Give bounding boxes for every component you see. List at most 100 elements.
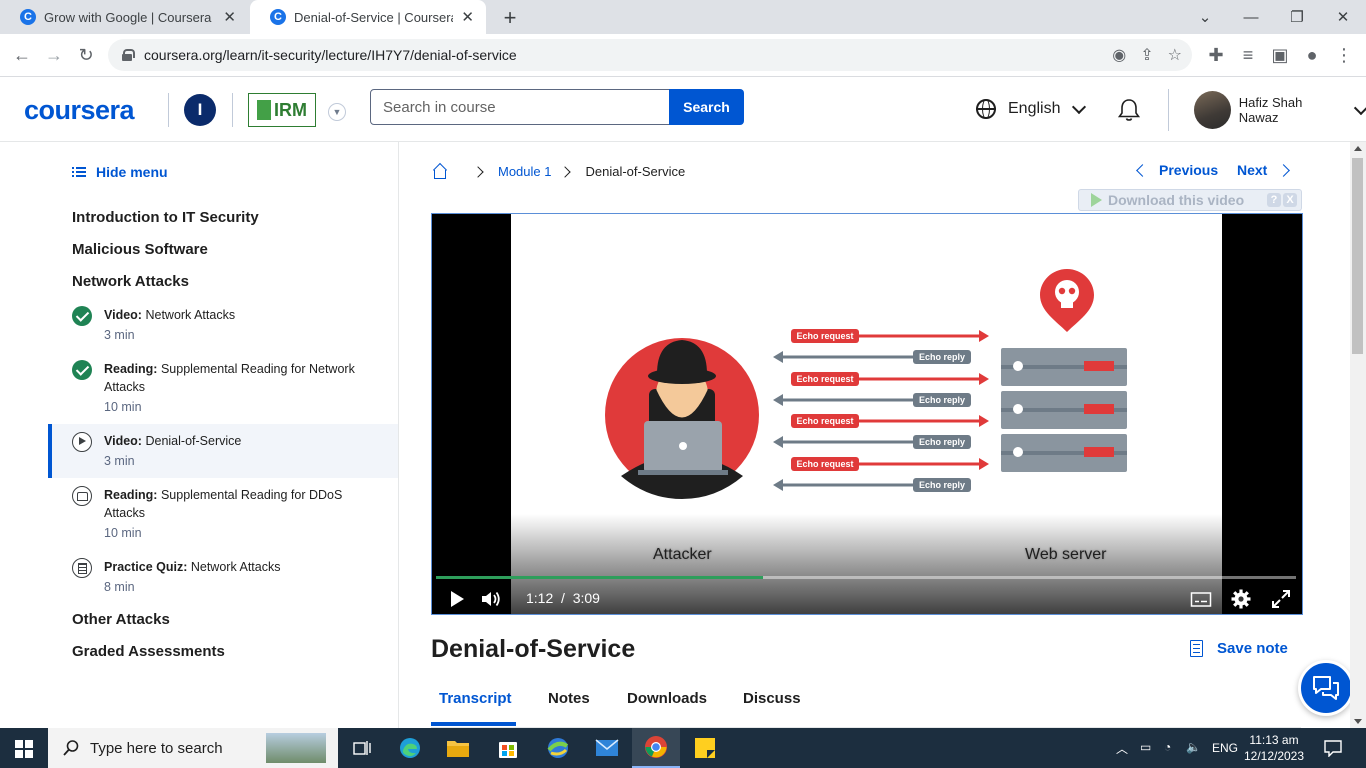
section-other-attacks[interactable]: Other Attacks: [72, 611, 170, 628]
lesson-title: Denial-of-Service: [431, 635, 636, 663]
bookmark-star-icon[interactable]: ☆: [1168, 45, 1182, 65]
captions-icon[interactable]: [1190, 588, 1212, 610]
page-scrollbar[interactable]: [1350, 142, 1366, 728]
back-icon[interactable]: ←: [9, 42, 35, 68]
video-progress-bar[interactable]: [436, 576, 1296, 579]
user-menu[interactable]: Hafiz Shah Nawaz: [1194, 91, 1366, 129]
notification-center-icon[interactable]: [1324, 739, 1342, 757]
show-hidden-icons-chevron-icon[interactable]: ︿: [1116, 740, 1128, 757]
media-queue-icon[interactable]: ≡: [1235, 42, 1261, 68]
language-selector[interactable]: English: [976, 99, 1087, 119]
close-window-icon[interactable]: ✕: [1320, 0, 1366, 34]
windows-start-icon[interactable]: [15, 740, 33, 758]
lecture-tabs: Transcript Notes Downloads Discuss: [431, 678, 1301, 728]
coursera-favicon-icon: C: [270, 9, 286, 25]
tab-title: Grow with Google | Coursera: [44, 9, 212, 25]
chat-support-button[interactable]: [1298, 660, 1354, 716]
system-clock[interactable]: 11:13 am 12/12/2023: [1242, 732, 1306, 764]
tab-discuss[interactable]: Discuss: [743, 690, 801, 707]
photos-app-icon[interactable]: [534, 728, 582, 768]
new-tab-icon[interactable]: +: [498, 5, 522, 31]
sticky-notes-icon[interactable]: [681, 728, 729, 768]
outline-item-video-network-attacks[interactable]: Video: Network Attacks 3 min: [48, 306, 398, 344]
video-time: 1:12 / 3:09: [526, 590, 600, 606]
hide-menu-button[interactable]: Hide menu: [72, 164, 168, 180]
url-text: coursera.org/learn/it-security/lecture/I…: [144, 47, 517, 63]
side-panel-icon[interactable]: ▣: [1267, 42, 1293, 68]
browser-menu-icon[interactable]: ⋮: [1331, 42, 1357, 68]
help-icon[interactable]: ?: [1267, 193, 1281, 207]
breadcrumb-module-link[interactable]: Module 1: [498, 164, 551, 179]
divider: [232, 93, 233, 127]
section-graded-assessments[interactable]: Graded Assessments: [72, 643, 225, 660]
chevron-down-icon: [1072, 99, 1087, 114]
outline-item-video-denial-of-service[interactable]: Video: Denial-of-Service 3 min: [48, 424, 398, 478]
section-introduction-to-it-security[interactable]: Introduction to IT Security: [72, 209, 259, 226]
forward-icon[interactable]: →: [41, 42, 67, 68]
minimize-icon[interactable]: —: [1228, 0, 1274, 34]
profile-icon[interactable]: ●: [1299, 42, 1325, 68]
microsoft-store-icon[interactable]: [484, 728, 532, 768]
restore-icon[interactable]: ❐: [1274, 0, 1320, 34]
tab-search-chevron-icon[interactable]: ⌄: [1182, 0, 1228, 34]
tab-title: Denial-of-Service | Coursera: [294, 9, 454, 25]
close-tab-icon[interactable]: ✕: [223, 8, 236, 26]
edge-browser-icon[interactable]: [386, 728, 434, 768]
task-view-icon[interactable]: [338, 728, 386, 768]
download-video-bar[interactable]: Download this video ? X: [1078, 189, 1302, 211]
close-tab-icon[interactable]: ✕: [461, 8, 474, 26]
video-controls: 1:12 / 3:09: [432, 580, 1302, 614]
taskbar-search-box[interactable]: Type here to search: [48, 728, 338, 768]
speaker-icon[interactable]: 🔈: [1186, 740, 1201, 754]
tab-downloads[interactable]: Downloads: [627, 690, 707, 707]
echo-request-label: Echo request: [796, 459, 853, 469]
outline-item-reading-network-attacks[interactable]: Reading: Supplemental Reading for Networ…: [48, 360, 398, 416]
partner-logo[interactable]: IRM: [248, 93, 316, 127]
browser-toolbar: ← → ↻ coursera.org/learn/it-security/lec…: [0, 34, 1366, 77]
next-button[interactable]: Next: [1237, 162, 1291, 178]
battery-icon[interactable]: ▭: [1140, 740, 1151, 754]
save-note-button[interactable]: Save note: [1190, 640, 1288, 657]
previous-button[interactable]: Previous: [1136, 162, 1218, 178]
chevron-left-icon: [1136, 163, 1149, 177]
outline-item-reading-ddos-attacks[interactable]: Reading: Supplemental Reading for DDoS A…: [48, 486, 398, 542]
eye-icon[interactable]: ◉: [1112, 45, 1126, 65]
close-icon[interactable]: X: [1283, 193, 1297, 207]
home-icon[interactable]: [432, 165, 448, 179]
fullscreen-icon[interactable]: [1270, 588, 1292, 610]
search-button[interactable]: Search: [669, 89, 744, 125]
share-icon[interactable]: ⇪: [1140, 45, 1153, 65]
web-server-label: Web server: [1025, 546, 1107, 563]
wifi-icon[interactable]: ◔: [1164, 740, 1171, 754]
partner-chevron-icon[interactable]: ▼: [328, 103, 346, 121]
scroll-up-icon[interactable]: [1354, 146, 1362, 151]
reload-icon[interactable]: ↻: [73, 42, 99, 68]
browser-tab-grow-with-google[interactable]: C Grow with Google | Coursera ✕: [0, 0, 248, 34]
tab-transcript[interactable]: Transcript: [439, 690, 512, 707]
volume-icon[interactable]: [480, 588, 502, 610]
globe-icon: [976, 99, 996, 119]
search-highlight-image: [266, 733, 326, 763]
section-network-attacks[interactable]: Network Attacks: [72, 273, 189, 290]
scroll-down-icon[interactable]: [1354, 719, 1362, 724]
extensions-icon[interactable]: ✚: [1203, 42, 1229, 68]
file-explorer-icon[interactable]: [434, 728, 482, 768]
section-malicious-software[interactable]: Malicious Software: [72, 241, 208, 258]
settings-gear-icon[interactable]: [1230, 588, 1252, 610]
notification-bell-icon[interactable]: [1116, 97, 1142, 123]
outline-item-practice-quiz[interactable]: Practice Quiz: Network Attacks 8 min: [48, 558, 398, 596]
input-language-indicator[interactable]: ENG: [1212, 741, 1238, 755]
play-icon: [72, 432, 92, 452]
chrome-taskbar-icon[interactable]: [632, 728, 680, 768]
tab-notes[interactable]: Notes: [548, 690, 590, 707]
user-name: Hafiz Shah Nawaz: [1238, 95, 1303, 125]
browser-tab-denial-of-service[interactable]: C Denial-of-Service | Coursera ✕: [250, 0, 486, 34]
address-bar[interactable]: coursera.org/learn/it-security/lecture/I…: [108, 39, 1192, 71]
video-player[interactable]: Echo request Echo reply Echo request Ech…: [431, 213, 1303, 615]
play-icon[interactable]: [446, 588, 468, 610]
mail-icon[interactable]: [583, 728, 631, 768]
org-badge[interactable]: I: [184, 94, 216, 126]
search-course-input[interactable]: [370, 89, 670, 125]
scroll-thumb[interactable]: [1352, 158, 1363, 354]
coursera-logo[interactable]: coursera: [24, 95, 135, 126]
